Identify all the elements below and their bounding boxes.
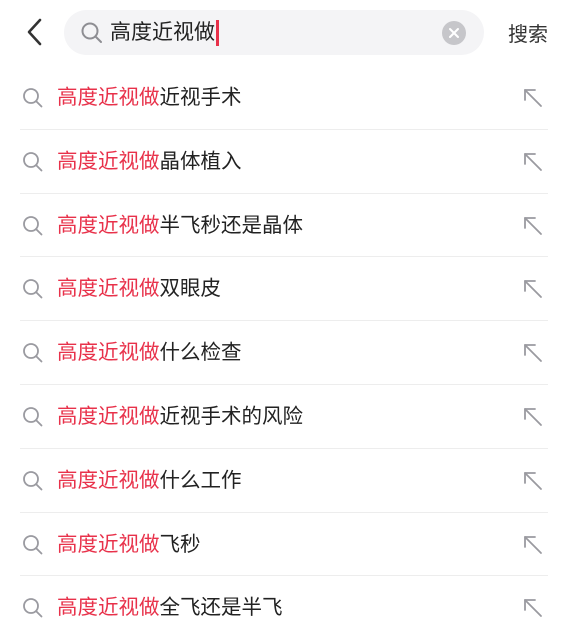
search-icon	[23, 343, 43, 363]
suggestion-text: 高度近视做近视手术的风险	[57, 385, 303, 448]
text-caret	[216, 19, 219, 46]
suggestion-text: 高度近视做什么工作	[57, 449, 242, 512]
suggestion-rest-text: 飞秒	[159, 531, 201, 556]
suggestion-item[interactable]: 高度近视做飞秒	[0, 513, 570, 577]
arrow-up-left-icon	[524, 89, 542, 107]
suggestion-rest-text: 全飞还是半飞	[159, 595, 283, 620]
search-box[interactable]: 高度近视做	[64, 10, 484, 55]
search-button[interactable]: 搜索	[498, 14, 558, 50]
fill-query-button[interactable]	[520, 404, 546, 430]
fill-query-button[interactable]	[520, 340, 546, 366]
suggestion-match-text: 高度近视做	[57, 403, 160, 428]
fill-query-button[interactable]	[520, 85, 546, 111]
fill-query-button[interactable]	[520, 149, 546, 175]
clear-icon	[449, 28, 459, 38]
search-icon	[23, 534, 43, 554]
suggestion-rest-text: 晶体植入	[159, 148, 242, 173]
back-button[interactable]	[20, 14, 50, 50]
arrow-up-left-icon	[524, 408, 542, 426]
suggestion-item[interactable]: 高度近视做全飞还是半飞	[0, 576, 570, 630]
search-page: 高度近视做 搜索 高度近视做近视手术 高度近视做晶体植入 高度近视做半飞秒还是晶…	[0, 0, 570, 630]
arrow-up-left-icon	[524, 471, 542, 490]
search-icon	[23, 407, 43, 427]
suggestion-match-text: 高度近视做	[57, 340, 160, 365]
suggestion-rest-text: 双眼皮	[159, 276, 222, 301]
search-input[interactable]: 高度近视做	[110, 10, 430, 55]
suggestion-text: 高度近视做半飞秒还是晶体	[57, 194, 303, 257]
suggestion-rest-text: 什么检查	[159, 340, 242, 365]
arrow-up-left-icon	[524, 216, 542, 235]
suggestion-match-text: 高度近视做	[57, 467, 160, 492]
arrow-up-left-icon	[524, 599, 542, 618]
search-icon	[23, 470, 43, 491]
arrow-up-left-icon	[524, 344, 542, 363]
suggestion-match-text: 高度近视做	[57, 85, 160, 109]
search-icon	[79, 20, 105, 46]
fill-query-button[interactable]	[520, 468, 546, 494]
suggestion-match-text: 高度近视做	[57, 276, 160, 301]
clear-button[interactable]	[442, 21, 466, 45]
search-header: 高度近视做 搜索	[0, 0, 570, 66]
suggestion-list: 高度近视做近视手术 高度近视做晶体植入 高度近视做半飞秒还是晶体 高度近视做双眼…	[0, 66, 570, 630]
suggestion-match-text: 高度近视做	[57, 148, 160, 173]
suggestion-rest-text: 近视手术的风险	[159, 403, 304, 428]
search-icon	[23, 279, 43, 299]
suggestion-rest-text: 半飞秒还是晶体	[159, 212, 304, 237]
suggestion-match-text: 高度近视做	[57, 595, 160, 620]
suggestion-match-text: 高度近视做	[57, 531, 160, 556]
suggestion-match-text: 高度近视做	[57, 212, 160, 237]
suggestion-rest-text: 近视手术	[159, 85, 242, 109]
fill-query-button[interactable]	[520, 595, 546, 621]
suggestion-item[interactable]: 高度近视做近视手术	[0, 66, 570, 130]
suggestion-item[interactable]: 高度近视做什么检查	[0, 321, 570, 385]
suggestion-text: 高度近视做全飞还是半飞	[57, 576, 283, 630]
search-icon	[23, 598, 43, 618]
search-icon	[23, 215, 43, 235]
suggestion-item[interactable]: 高度近视做晶体植入	[0, 130, 570, 194]
suggestion-text: 高度近视做晶体植入	[57, 130, 242, 193]
arrow-up-left-icon	[524, 152, 542, 171]
suggestion-item[interactable]: 高度近视做近视手术的风险	[0, 385, 570, 449]
back-chevron-icon	[27, 18, 42, 46]
arrow-up-left-icon	[524, 535, 542, 554]
suggestion-text: 高度近视做飞秒	[57, 513, 201, 576]
search-icon	[23, 88, 43, 108]
search-input-text: 高度近视做	[110, 20, 215, 44]
fill-query-button[interactable]	[520, 276, 546, 302]
suggestion-item[interactable]: 高度近视做双眼皮	[0, 257, 570, 322]
suggestion-item[interactable]: 高度近视做什么工作	[0, 449, 570, 513]
search-icon	[23, 151, 43, 172]
fill-query-button[interactable]	[520, 532, 546, 558]
suggestion-text: 高度近视做双眼皮	[57, 257, 221, 320]
suggestion-item[interactable]: 高度近视做半飞秒还是晶体	[0, 194, 570, 258]
suggestion-text: 高度近视做什么检查	[57, 321, 242, 384]
suggestion-rest-text: 什么工作	[159, 467, 242, 492]
suggestion-text: 高度近视做近视手术	[57, 66, 242, 129]
arrow-up-left-icon	[524, 280, 542, 299]
fill-query-button[interactable]	[520, 213, 546, 239]
